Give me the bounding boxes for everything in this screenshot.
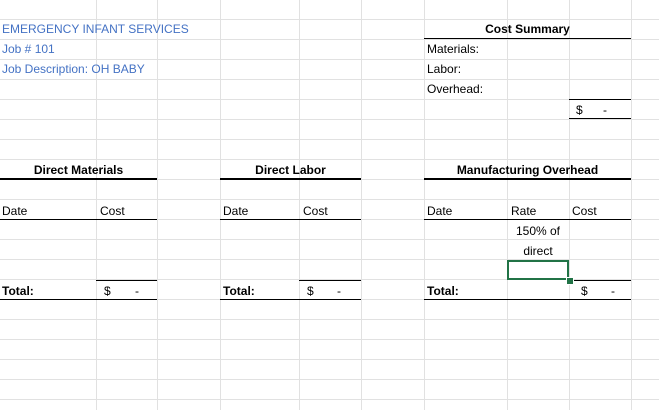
direct-labor-title-border xyxy=(220,178,361,180)
direct-materials-total-bottom-border xyxy=(0,299,157,300)
direct-materials-title-border xyxy=(0,178,157,180)
manufacturing-overhead-total-label[interactable]: Total: xyxy=(427,281,459,301)
manufacturing-overhead-total-top-border xyxy=(569,280,631,281)
manufacturing-overhead-total-currency[interactable]: $ xyxy=(581,281,588,301)
cost-summary-materials-label[interactable]: Materials: xyxy=(427,39,479,59)
manufacturing-overhead-total-value[interactable]: - xyxy=(611,281,615,301)
direct-materials-cost-header[interactable]: Cost xyxy=(100,201,125,221)
direct-labor-header-border xyxy=(220,219,361,220)
manufacturing-overhead-rate-line2[interactable]: direct xyxy=(507,241,569,261)
manufacturing-overhead-cost-header[interactable]: Cost xyxy=(572,201,597,221)
manufacturing-overhead-header-border xyxy=(424,219,631,220)
direct-materials-date-header[interactable]: Date xyxy=(2,201,27,221)
fill-handle[interactable] xyxy=(566,277,574,285)
cost-summary-total-bottom-border xyxy=(569,118,631,119)
cost-summary-total-currency[interactable]: $ xyxy=(576,100,583,120)
direct-materials-total-currency[interactable]: $ xyxy=(104,281,111,301)
job-description[interactable]: Job Description: OH BABY xyxy=(2,59,145,79)
company-name[interactable]: EMERGENCY INFANT SERVICES xyxy=(2,19,189,39)
direct-materials-header-border xyxy=(0,219,157,220)
cost-summary-labor-label[interactable]: Labor: xyxy=(427,59,461,79)
manufacturing-overhead-date-header[interactable]: Date xyxy=(427,201,452,221)
direct-labor-title[interactable]: Direct Labor xyxy=(220,160,361,180)
cost-summary-total-value[interactable]: - xyxy=(603,100,607,120)
direct-materials-total-label[interactable]: Total: xyxy=(2,281,34,301)
manufacturing-overhead-total-bottom-border xyxy=(424,299,631,300)
direct-labor-total-label[interactable]: Total: xyxy=(223,281,255,301)
manufacturing-overhead-rate-header[interactable]: Rate xyxy=(511,201,536,221)
cost-summary-overhead-label[interactable]: Overhead: xyxy=(427,79,483,99)
direct-labor-cost-header[interactable]: Cost xyxy=(303,201,328,221)
manufacturing-overhead-title[interactable]: Manufacturing Overhead xyxy=(424,160,631,180)
manufacturing-overhead-rate-line1[interactable]: 150% of xyxy=(507,221,569,241)
cost-summary-title[interactable]: Cost Summary xyxy=(424,19,631,39)
manufacturing-overhead-title-border xyxy=(424,178,631,180)
job-number[interactable]: Job # 101 xyxy=(2,39,55,59)
spreadsheet-grid[interactable]: EMERGENCY INFANT SERVICES Job # 101 Job … xyxy=(0,0,659,410)
direct-labor-total-currency[interactable]: $ xyxy=(307,281,314,301)
direct-labor-total-bottom-border xyxy=(220,299,361,300)
direct-labor-total-value[interactable]: - xyxy=(337,281,341,301)
direct-labor-date-header[interactable]: Date xyxy=(223,201,248,221)
direct-materials-title[interactable]: Direct Materials xyxy=(0,160,157,180)
active-cell-selection[interactable] xyxy=(507,260,569,280)
direct-materials-total-value[interactable]: - xyxy=(135,281,139,301)
